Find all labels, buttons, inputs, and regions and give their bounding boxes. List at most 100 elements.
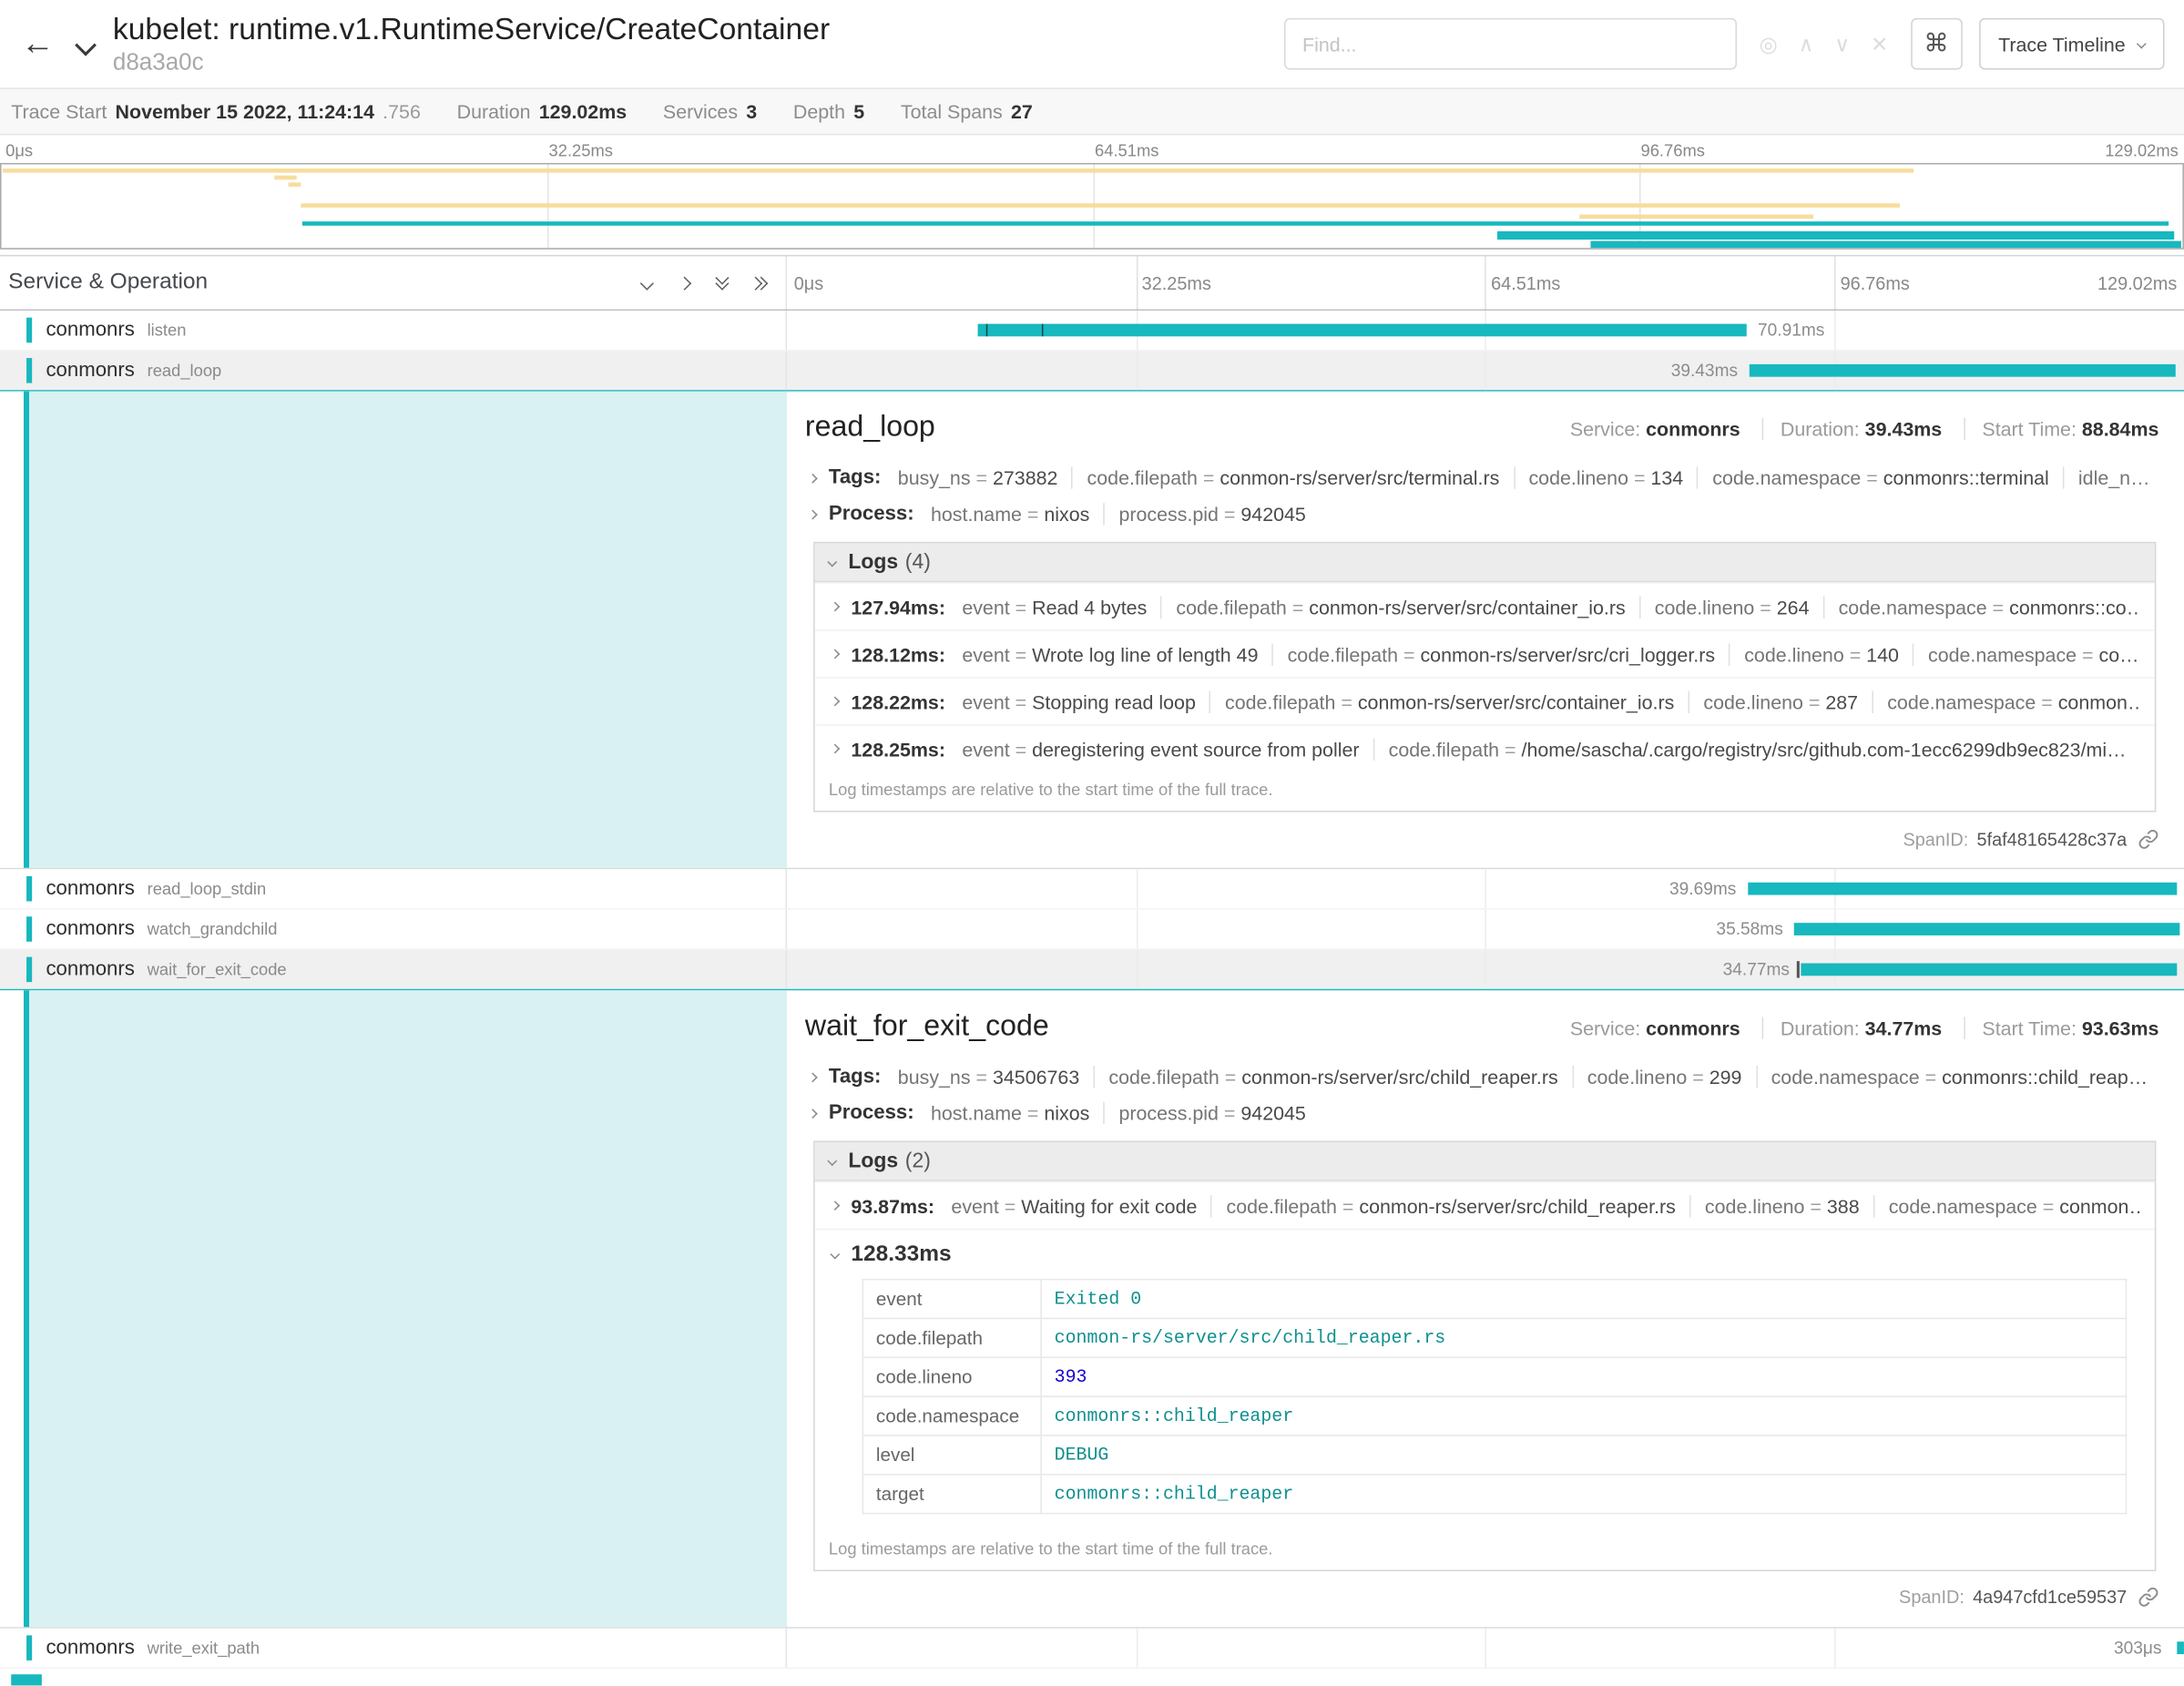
trace-summary-bar: Trace Start November 15 2022, 11:24:14 .… (0, 87, 2184, 135)
minimap-canvas[interactable] (0, 163, 2184, 250)
span-detail-meta: Service: conmonrs Duration: 39.43ms Star… (1570, 418, 2159, 440)
minimap-span-bar (289, 182, 301, 187)
log-entry-expanded: 128.33ms eventExited 0 code.filepathconm… (815, 1229, 2155, 1530)
top-bar: ← kubelet: runtime.v1.RuntimeService/Cre… (0, 0, 2184, 87)
span-duration-label: 34.77ms (1723, 960, 1790, 979)
span-timeline-cell[interactable]: 39.43ms (787, 351, 2184, 390)
chevron-right-icon (830, 697, 840, 707)
chevron-right-icon (830, 744, 840, 754)
log-entry[interactable]: 128.22ms: eventStopping read loop code.f… (815, 677, 2155, 724)
span-detail-title: wait_for_exit_code (805, 1010, 1049, 1044)
expand-collapse-controls (642, 277, 766, 288)
service-name: conmonrs (46, 958, 134, 980)
span-duration-label: 39.69ms (1669, 879, 1736, 898)
link-icon[interactable] (2138, 828, 2158, 849)
span-timeline-cell[interactable]: 70.91ms (787, 311, 2184, 350)
timeline-minimap[interactable]: 0μs 32.25ms 64.51ms 96.76ms 129.02ms (0, 135, 2184, 249)
span-row-listen[interactable]: conmonrs listen 70.91ms (0, 311, 2184, 351)
collapse-one-icon[interactable] (642, 278, 652, 288)
chevron-right-icon (808, 1072, 818, 1082)
span-timeline-cell[interactable]: 34.77ms (787, 950, 2184, 989)
chevron-right-icon (830, 649, 840, 659)
log-entry-header[interactable]: 128.33ms (829, 1242, 2141, 1267)
view-selector-button[interactable]: Trace Timeline (1979, 18, 2165, 70)
service-name: conmonrs (46, 319, 134, 341)
span-row-read-loop[interactable]: conmonrs read_loop 39.43ms (0, 351, 2184, 391)
link-icon[interactable] (2138, 1587, 2158, 1608)
logs-header[interactable]: Logs (2) (815, 1142, 2155, 1181)
span-color-accent (26, 318, 32, 343)
table-row: targetconmonrs::child_reaper (862, 1474, 2126, 1513)
span-bar[interactable] (1749, 364, 2176, 377)
span-row-write-exit-path[interactable]: conmonrs write_exit_path 303μs (0, 1628, 2184, 1668)
next-match-icon[interactable]: ∨ (1834, 31, 1850, 56)
span-row-watch-grandchild[interactable]: conmonrs watch_grandchild 35.58ms (0, 910, 2184, 950)
find-navigation: ◎ ∧ ∨ ✕ (1760, 31, 1889, 56)
process-accordion[interactable]: Process: host.namenixos process.pid94204… (805, 1097, 2158, 1130)
service-operation-title: Service & Operation (8, 271, 208, 296)
span-duration-label: 70.91ms (1758, 321, 1824, 340)
service-name: conmonrs (46, 877, 134, 899)
span-row-read-loop-stdin[interactable]: conmonrs read_loop_stdin 39.69ms (0, 869, 2184, 909)
minimap-span-bar (274, 176, 296, 180)
span-row-wait-for-exit-code[interactable]: conmonrs wait_for_exit_code 34.77ms (0, 950, 2184, 990)
logs-accordion: Logs (4) 127.94ms: eventRead 4 bytes cod… (813, 542, 2156, 812)
span-color-accent (26, 876, 32, 902)
table-row: eventExited 0 (862, 1279, 2126, 1318)
span-id-value: 4a947cfd1ce59537 (1973, 1587, 2127, 1608)
service-name: conmonrs (46, 918, 134, 940)
span-id-row: SpanID: 5faf48165428c37a (805, 821, 2158, 857)
log-entry[interactable]: 128.12ms: eventWrote log line of length … (815, 629, 2155, 677)
logs-note: Log timestamps are relative to the start… (815, 771, 2155, 811)
tags-accordion[interactable]: Tags: busy_ns273882 code.filepathconmon-… (805, 461, 2158, 495)
prev-match-icon[interactable]: ∧ (1799, 31, 1814, 56)
expand-all-icon[interactable] (755, 278, 766, 288)
minimap-span-bar (3, 169, 1914, 173)
log-entry[interactable]: 93.87ms: eventWaiting for exit code code… (815, 1181, 2155, 1229)
log-entry[interactable]: 127.94ms: eventRead 4 bytes code.filepat… (815, 582, 2155, 629)
span-bar[interactable] (1748, 883, 2178, 895)
logs-header[interactable]: Logs (4) (815, 543, 2155, 582)
chevron-down-icon (827, 1156, 837, 1166)
grid-header: Service & Operation 0μs 32.25ms 64.51ms … (0, 255, 2184, 311)
span-bar[interactable] (1794, 923, 2179, 935)
span-detail-title: read_loop (805, 411, 935, 444)
collapse-header-icon[interactable] (78, 36, 94, 57)
expand-one-icon[interactable] (679, 278, 689, 288)
span-timeline-cell[interactable]: 39.69ms (787, 869, 2184, 908)
trace-start-ms: .756 (383, 100, 421, 122)
table-row: code.lineno393 (862, 1357, 2126, 1396)
log-entry[interactable]: 128.25ms: eventderegistering event sourc… (815, 724, 2155, 771)
logs-note: Log timestamps are relative to the start… (815, 1530, 2155, 1569)
span-bar[interactable] (2177, 1641, 2184, 1654)
match-target-icon[interactable]: ◎ (1760, 31, 1778, 56)
keyboard-shortcuts-button[interactable]: ⌘ (1911, 18, 1963, 70)
span-bar[interactable] (1801, 964, 2177, 976)
trace-id: d8a3a0c (113, 48, 830, 77)
services-count: Services 3 (663, 100, 757, 122)
operation-name: read_loop_stdin (148, 879, 267, 898)
collapse-all-icon[interactable] (718, 277, 728, 288)
back-icon[interactable]: ← (14, 27, 61, 61)
process-accordion[interactable]: Process: host.namenixos process.pid94204… (805, 497, 2158, 531)
span-bar[interactable] (978, 324, 1747, 337)
minimap-ticks: 0μs 32.25ms 64.51ms 96.76ms 129.02ms (0, 135, 2184, 163)
table-row: code.filepathconmon-rs/server/src/child_… (862, 1318, 2126, 1357)
operation-name: write_exit_path (148, 1638, 260, 1657)
span-detail-tint (29, 392, 787, 868)
tags-accordion[interactable]: Tags: busy_ns34506763 code.filepathconmo… (805, 1060, 2158, 1094)
span-detail-read-loop: read_loop Service: conmonrs Duration: 39… (0, 392, 2184, 870)
clear-find-icon[interactable]: ✕ (1871, 31, 1888, 56)
span-timeline-cell[interactable]: 35.58ms (787, 910, 2184, 949)
span-color-accent (26, 358, 32, 383)
trace-titles: kubelet: runtime.v1.RuntimeService/Creat… (113, 12, 830, 77)
span-color-accent (26, 957, 32, 983)
chevron-right-icon (808, 1109, 818, 1119)
span-detail-tint (29, 990, 787, 1626)
span-timeline-cell[interactable]: 303μs (787, 1628, 2184, 1667)
operation-name: read_loop (148, 361, 222, 380)
service-name: conmonrs (46, 1636, 134, 1658)
span-id-value: 5faf48165428c37a (1977, 828, 2128, 849)
trace-start-label: Trace Start (11, 100, 107, 122)
find-input[interactable] (1284, 18, 1737, 70)
